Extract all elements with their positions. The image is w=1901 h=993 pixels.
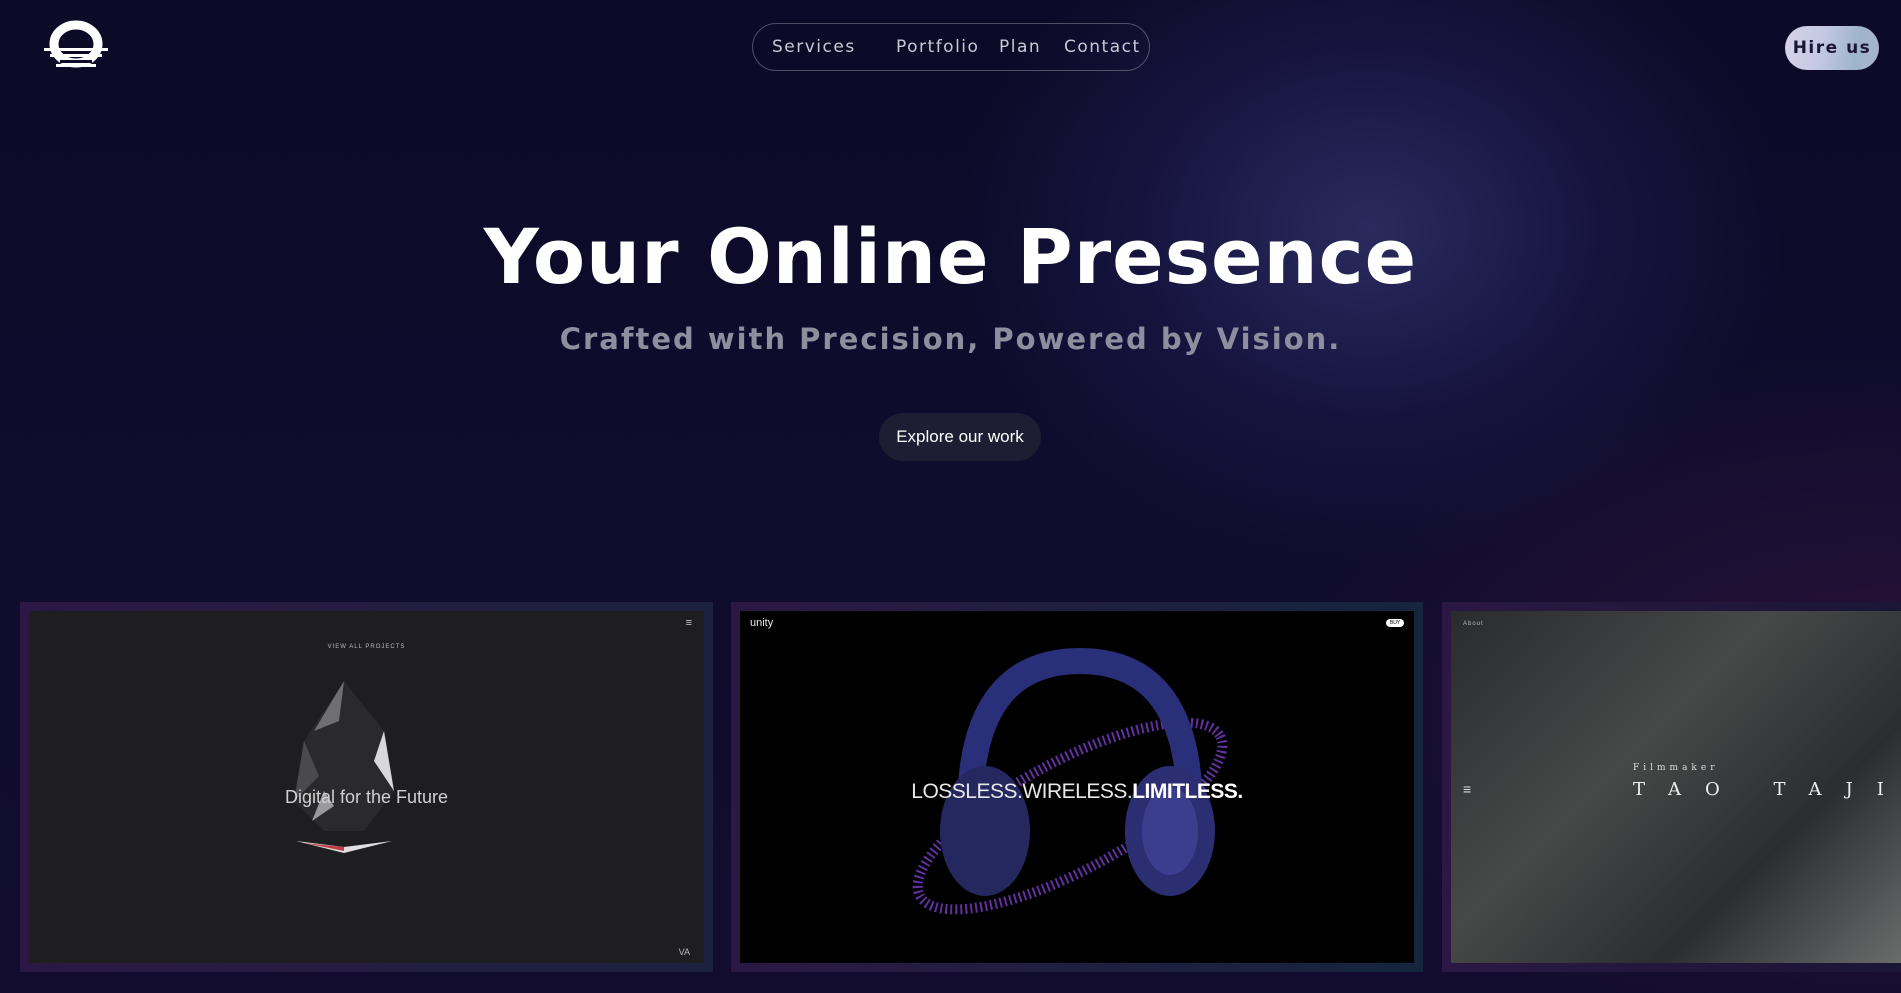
main-nav: Services Portfolio Plan Contact — [752, 23, 1150, 71]
view-all-projects-text: VIEW ALL PROJECTS — [327, 644, 406, 650]
role-label: Filmmaker — [1633, 763, 1719, 773]
portfolio-card-3[interactable]: About ≡ Filmmaker TAO TAJIMA — [1442, 602, 1901, 972]
card1-headline: Digital for the Future — [284, 787, 449, 807]
nav-portfolio[interactable]: Portfolio — [896, 37, 979, 57]
explore-work-button[interactable]: Explore our work — [879, 413, 1041, 461]
menu-icon[interactable]: ≡ — [1463, 781, 1471, 797]
card2-headline: LOSSLESS.WIRELESS.LIMITLESS. — [740, 780, 1414, 804]
logo-icon[interactable] — [40, 20, 112, 76]
crystal-shape-icon — [294, 681, 394, 853]
buy-badge: BUY — [1386, 619, 1404, 627]
hero-subtitle: Crafted with Precision, Powered by Visio… — [559, 322, 1342, 356]
about-link[interactable]: About — [1463, 621, 1484, 627]
headline-bold: LIMITLESS. — [1132, 780, 1243, 803]
nav-contact[interactable]: Contact — [1064, 37, 1141, 57]
card1-logo-mark: VA — [678, 947, 690, 957]
hire-us-button[interactable]: Hire us — [1785, 26, 1879, 70]
hero-title: Your Online Presence — [483, 212, 1418, 301]
nav-plan[interactable]: Plan — [999, 37, 1041, 57]
portfolio-card-1[interactable]: VIEW ALL PROJECTS ≡ Digital for the Futu… — [20, 602, 713, 972]
headline-light: LOSSLESS.WIRELESS. — [911, 780, 1133, 803]
filmmaker-name: TAO TAJIMA — [1633, 779, 1901, 800]
portfolio-card-2[interactable]: unity BUY LOSSLESS.WIRELESS.LIMITLESS. — [731, 602, 1423, 972]
nav-services[interactable]: Services — [772, 37, 856, 57]
menu-icon: ≡ — [685, 617, 692, 629]
unity-brand: unity — [750, 617, 774, 629]
